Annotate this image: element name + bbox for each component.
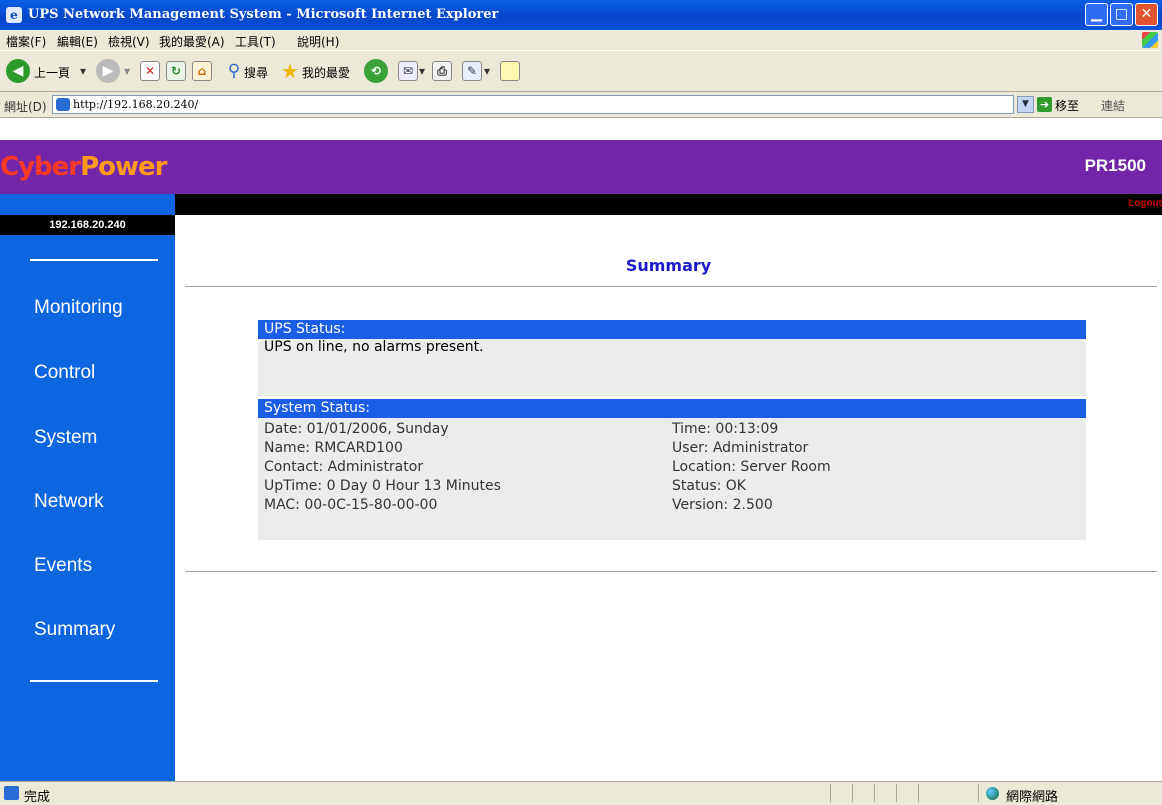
back-arrow-icon[interactable]: ◀ — [6, 59, 30, 83]
status-divider — [918, 784, 919, 802]
ups-status-header: UPS Status: — [258, 320, 1086, 339]
sidebar-item-monitoring[interactable]: Monitoring — [34, 297, 123, 319]
minimize-button[interactable]: ▁ — [1085, 3, 1108, 26]
status-divider — [874, 784, 875, 802]
address-input[interactable]: http://192.168.20.240/ — [52, 95, 1014, 114]
status-divider — [896, 784, 897, 802]
system-status-panel: System Status: Date: 01/01/2006, Sunday … — [258, 399, 1086, 540]
forward-dropdown-icon[interactable]: ▾ — [124, 64, 130, 78]
logout-link[interactable]: Logout — [1128, 198, 1162, 209]
go-button[interactable]: 移至 — [1055, 97, 1079, 114]
page-done-icon — [4, 786, 19, 800]
menu-favorites[interactable]: 我的最愛(A) — [159, 33, 225, 50]
security-zone: 網際網路 — [1006, 790, 1059, 805]
address-url: http://192.168.20.240/ — [73, 98, 199, 111]
page-icon — [56, 98, 70, 111]
favorites-button-label[interactable]: 我的最愛 — [302, 64, 350, 81]
window-title: UPS Network Management System - Microsof… — [28, 7, 499, 22]
status-text: 完成 — [24, 790, 51, 805]
window-title-bar[interactable]: e UPS Network Management System - Micros… — [0, 0, 1162, 30]
system-status-header: System Status: — [258, 399, 1086, 418]
edit-dropdown-icon[interactable]: ▾ — [484, 64, 490, 78]
home-icon[interactable]: ⌂ — [192, 61, 212, 81]
status-divider — [978, 784, 979, 802]
cyberpower-logo: CyberPower — [0, 150, 175, 184]
refresh-icon[interactable]: ↻ — [166, 61, 186, 81]
system-contact: Contact: Administrator — [264, 459, 424, 475]
internet-explorer-icon: e — [6, 7, 22, 23]
stop-icon[interactable]: ✕ — [140, 61, 160, 81]
menu-tools[interactable]: 工具(T) — [235, 33, 276, 50]
web-page: CyberPower PR1500 192.168.20.240 Monitor… — [0, 118, 1162, 781]
logo-cyber-text: Cyber — [0, 152, 81, 182]
divider — [185, 571, 1157, 572]
sidebar: 192.168.20.240 Monitoring Control System… — [0, 194, 175, 781]
print-icon[interactable]: ⎙ — [432, 61, 452, 81]
go-arrow-icon[interactable]: ➔ — [1037, 97, 1052, 112]
page-header: CyberPower PR1500 — [0, 140, 1162, 194]
system-name: Name: RMCARD100 — [264, 440, 403, 456]
sidebar-divider — [30, 680, 158, 682]
mail-dropdown-icon[interactable]: ▾ — [419, 64, 425, 78]
address-dropdown-icon[interactable]: ▼ — [1017, 96, 1034, 113]
system-version: Version: 2.500 — [672, 497, 773, 513]
menu-edit[interactable]: 編輯(E) — [57, 33, 98, 50]
back-button-label[interactable]: 上一頁 — [34, 64, 70, 81]
system-status-value: Status: OK — [672, 478, 746, 494]
sidebar-item-summary[interactable]: Summary — [34, 619, 115, 641]
sidebar-item-system[interactable]: System — [34, 427, 97, 449]
maximize-button[interactable]: □ — [1110, 3, 1133, 26]
address-label: 網址(D) — [4, 100, 47, 114]
menu-help[interactable]: 說明(H) — [297, 33, 339, 50]
divider — [185, 286, 1157, 287]
logo-power-text: Power — [80, 152, 167, 182]
top-nav-bar: Logout — [175, 194, 1162, 215]
links-button[interactable]: 連結 — [1101, 97, 1125, 114]
status-divider — [830, 784, 831, 802]
favorites-star-icon[interactable]: ★ — [278, 59, 302, 83]
search-icon[interactable]: ⚲ — [222, 59, 246, 83]
back-dropdown-icon[interactable]: ▾ — [80, 64, 86, 78]
ups-status-text: UPS on line, no alarms present. — [264, 339, 484, 355]
toolbar: ◀ 上一頁 ▾ ▶ ▾ ✕ ↻ ⌂ ⚲ 搜尋 ★ 我的最愛 ⟲ ✉ ▾ ⎙ ✎ … — [0, 50, 1162, 92]
messenger-note-icon[interactable] — [500, 61, 520, 81]
status-divider — [852, 784, 853, 802]
menu-file[interactable]: 檔案(F) — [6, 33, 46, 50]
page-title: Summary — [625, 256, 712, 275]
sidebar-item-events[interactable]: Events — [34, 555, 92, 577]
sidebar-divider — [30, 259, 158, 261]
ups-status-panel: UPS Status: UPS on line, no alarms prese… — [258, 320, 1086, 396]
address-bar: 網址(D) http://192.168.20.240/ ▼ ➔ 移至 連結 — [0, 92, 1162, 118]
system-mac: MAC: 00-0C-15-80-00-00 — [264, 497, 438, 513]
menu-view[interactable]: 檢視(V) — [108, 33, 150, 50]
windows-logo-icon — [1142, 32, 1158, 48]
system-date: Date: 01/01/2006, Sunday — [264, 421, 449, 437]
edit-icon[interactable]: ✎ — [462, 61, 482, 81]
status-bar: 完成 網際網路 — [0, 781, 1162, 805]
system-location: Location: Server Room — [672, 459, 831, 475]
system-time: Time: 00:13:09 — [672, 421, 779, 437]
history-icon[interactable]: ⟲ — [364, 59, 388, 83]
system-uptime: UpTime: 0 Day 0 Hour 13 Minutes — [264, 478, 501, 494]
mail-icon[interactable]: ✉ — [398, 61, 418, 81]
internet-zone-globe-icon — [986, 787, 999, 800]
system-user: User: Administrator — [672, 440, 809, 456]
sidebar-item-control[interactable]: Control — [34, 362, 95, 384]
ups-model: PR1500 — [1084, 156, 1146, 175]
close-button[interactable]: ✕ — [1135, 3, 1158, 26]
menu-bar: 檔案(F) 編輯(E) 檢視(V) 我的最愛(A) 工具(T) 說明(H) — [0, 30, 1162, 50]
device-ip: 192.168.20.240 — [0, 215, 175, 235]
search-button-label[interactable]: 搜尋 — [244, 64, 268, 81]
forward-arrow-icon[interactable]: ▶ — [96, 59, 120, 83]
sidebar-item-network[interactable]: Network — [34, 491, 104, 513]
